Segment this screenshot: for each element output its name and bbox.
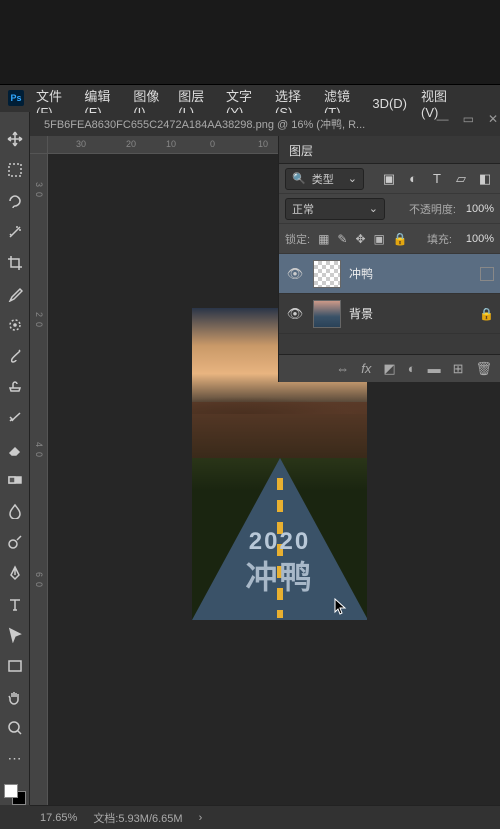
artwork-caption: 冲鸭 [192, 552, 367, 598]
layer-list-empty [279, 334, 500, 354]
pen-tool[interactable] [5, 563, 25, 582]
blur-tool[interactable] [5, 501, 25, 520]
fill-label: 填充: [427, 231, 452, 247]
more-tools[interactable]: ⋯ [5, 749, 25, 768]
filter-type-icon[interactable]: T [428, 170, 446, 188]
crop-tool[interactable] [5, 254, 25, 273]
opacity-label: 不透明度: [409, 201, 456, 217]
eraser-tool[interactable] [5, 440, 25, 459]
artwork-mountains [192, 402, 367, 458]
layer-name[interactable]: 背景 [349, 305, 373, 322]
blend-mode-select[interactable]: 正常 ⌄ [285, 198, 385, 220]
eyedropper-tool[interactable] [5, 285, 25, 304]
layer-filter-row: 🔍 类型 ⌄ ▣ ◐ T ▱ ◧ [279, 164, 500, 194]
layers-panel-tab[interactable]: 图层 [279, 136, 500, 164]
history-brush-tool[interactable] [5, 409, 25, 428]
status-bar: 17.65% 文档:5.93M/6.65M › [30, 805, 500, 829]
chevron-down-icon: ⌄ [348, 172, 357, 185]
window-controls: — ▭ ✕ [437, 112, 498, 126]
dodge-tool[interactable] [5, 532, 25, 551]
minimize-button[interactable]: — [437, 112, 449, 126]
ruler-origin[interactable] [30, 136, 48, 154]
link-layers-icon[interactable]: ⇔ [336, 361, 349, 376]
foreground-background-colors[interactable] [4, 784, 26, 805]
lock-position-icon[interactable]: ✥ [355, 232, 365, 246]
lock-transparency-icon[interactable]: ▦ [318, 232, 329, 246]
filter-label: 类型 [312, 171, 334, 187]
layer-list: 👁 冲鸭 👁 背景 🔒 [279, 254, 500, 334]
lock-label: 锁定: [285, 231, 310, 247]
mouse-cursor [334, 598, 348, 616]
layer-thumbnail[interactable] [313, 260, 341, 288]
fill-value[interactable]: 100% [460, 233, 494, 245]
layer-group-icon[interactable]: ▬ [428, 361, 441, 376]
filter-shape-icon[interactable]: ▱ [452, 170, 470, 188]
type-tool[interactable] [5, 594, 25, 613]
menubar: 文件(F) 编辑(E) 图像(I) 图层(L) 文字(Y) 选择(S) 滤镜(T… [0, 88, 500, 114]
layer-mask-icon[interactable]: ◩ [383, 361, 395, 377]
layer-badge[interactable] [480, 267, 494, 281]
move-tool[interactable] [5, 130, 25, 149]
maximize-button[interactable]: ▭ [463, 112, 474, 126]
status-chevron-icon[interactable]: › [199, 812, 203, 824]
visibility-toggle[interactable]: 👁 [285, 306, 305, 322]
zoom-tool[interactable] [5, 718, 25, 737]
visibility-toggle[interactable]: 👁 [285, 266, 305, 282]
search-icon: 🔍 [292, 172, 306, 185]
foreground-color[interactable] [4, 784, 18, 798]
titlebar-area [0, 0, 500, 85]
zoom-level[interactable]: 17.65% [40, 812, 77, 824]
artwork-text: 2020 冲鸭 [192, 528, 367, 598]
ruler-vertical[interactable]: 30204060 [30, 154, 48, 805]
doc-size[interactable]: 文档:5.93M/6.65M [93, 810, 182, 826]
filter-smart-icon[interactable]: ◧ [476, 170, 494, 188]
blend-mode-row: 正常 ⌄ 不透明度: 100% [279, 194, 500, 224]
canvas-area: 302010010 30204060 2020 冲鸭 图层 🔍 类型 ⌄ ▣ ◐ [30, 136, 500, 805]
menu-3d[interactable]: 3D(D) [372, 96, 407, 111]
lock-row: 锁定: ▦ ✎ ✥ ▣ 🔒 填充: 100% [279, 224, 500, 254]
tools-panel: ⋯ [0, 112, 30, 805]
gradient-tool[interactable] [5, 470, 25, 489]
path-select-tool[interactable] [5, 625, 25, 644]
lasso-tool[interactable] [5, 192, 25, 211]
document-tab[interactable]: 5FB6FEA8630FC655C2472A184AA38298.png @ 1… [36, 113, 373, 135]
spot-heal-tool[interactable] [5, 316, 25, 335]
adjustment-layer-icon[interactable]: ◐ [408, 361, 416, 376]
close-button[interactable]: ✕ [488, 112, 498, 126]
layer-name[interactable]: 冲鸭 [349, 265, 373, 282]
lock-all-icon[interactable]: 🔒 [393, 232, 408, 246]
new-layer-icon[interactable]: ⊞ [453, 361, 464, 377]
filter-adjust-icon[interactable]: ◐ [404, 170, 422, 188]
layer-item[interactable]: 👁 背景 🔒 [279, 294, 500, 334]
layer-filter-select[interactable]: 🔍 类型 ⌄ [285, 168, 364, 190]
layer-thumbnail[interactable] [313, 300, 341, 328]
hand-tool[interactable] [5, 687, 25, 706]
layer-fx-icon[interactable]: fx [361, 361, 371, 376]
lock-icon[interactable]: 🔒 [479, 307, 494, 321]
brush-tool[interactable] [5, 347, 25, 366]
magic-wand-tool[interactable] [5, 223, 25, 242]
opacity-value[interactable]: 100% [460, 203, 494, 215]
rectangle-tool[interactable] [5, 656, 25, 675]
artwork-ground: 2020 冲鸭 [192, 458, 367, 620]
layers-panel-footer: ⇔ fx ◩ ◐ ▬ ⊞ 🗑 [279, 354, 500, 382]
layer-item[interactable]: 👁 冲鸭 [279, 254, 500, 294]
delete-layer-icon[interactable]: 🗑 [475, 361, 492, 377]
layers-panel: 图层 🔍 类型 ⌄ ▣ ◐ T ▱ ◧ 正常 ⌄ 不透明度: 100% [278, 136, 500, 382]
filter-pixel-icon[interactable]: ▣ [380, 170, 398, 188]
clone-stamp-tool[interactable] [5, 378, 25, 397]
chevron-down-icon: ⌄ [369, 202, 378, 215]
lock-artboard-icon[interactable]: ▣ [374, 232, 385, 246]
blend-mode-value: 正常 [292, 201, 314, 217]
marquee-tool[interactable] [5, 161, 25, 180]
lock-image-icon[interactable]: ✎ [337, 232, 347, 246]
